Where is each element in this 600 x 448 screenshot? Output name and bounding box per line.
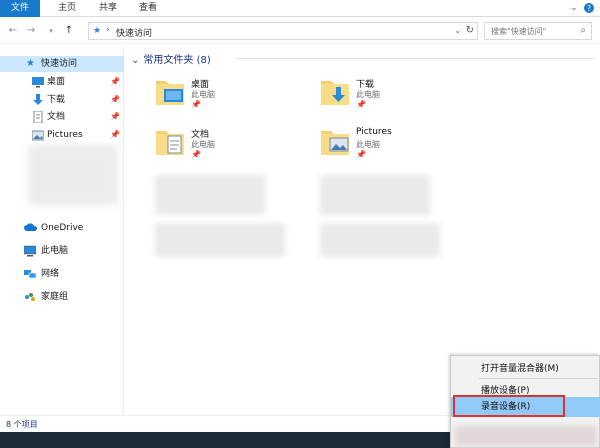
computer-icon bbox=[23, 245, 37, 257]
download-icon bbox=[32, 94, 44, 106]
sidebar-item-label: 桌面 bbox=[47, 77, 66, 87]
svg-text:?: ? bbox=[587, 4, 591, 13]
sidebar-item-downloads[interactable]: 下载 📌 bbox=[0, 92, 124, 108]
chevron-down-icon[interactable]: ⌄ bbox=[568, 2, 580, 14]
pin-icon[interactable]: 📌 bbox=[110, 92, 120, 108]
search-icon[interactable]: ⌕ bbox=[580, 25, 586, 36]
item-count: 8 个项目 bbox=[6, 420, 38, 429]
pin-icon: 📌 bbox=[356, 150, 366, 159]
chevron-down-icon[interactable]: ⌄ bbox=[131, 55, 139, 66]
tab-share[interactable]: 共享 bbox=[89, 0, 127, 17]
redacted-folder-tile bbox=[320, 175, 430, 215]
sidebar-item-label: OneDrive bbox=[41, 223, 84, 233]
folder-documents-icon bbox=[155, 125, 185, 157]
folder-location: 此电脑 bbox=[356, 90, 380, 99]
redacted-folder-tile bbox=[155, 175, 265, 215]
sidebar-item-label: 此电脑 bbox=[41, 246, 69, 256]
group-header[interactable]: ⌄ 常用文件夹 (8) bbox=[131, 51, 211, 66]
star-icon: ★ bbox=[26, 58, 35, 69]
redacted-folder-tile bbox=[320, 223, 440, 257]
folder-name: Pictures bbox=[356, 127, 392, 137]
sidebar-item-onedrive[interactable]: OneDrive bbox=[0, 220, 124, 236]
folder-location: 此电脑 bbox=[191, 90, 215, 99]
refresh-icon[interactable]: ↻ bbox=[466, 25, 474, 36]
redacted-menu-item bbox=[455, 426, 597, 446]
pin-icon[interactable]: 📌 bbox=[110, 74, 120, 90]
folder-tile-downloads[interactable]: 下载 此电脑 📌 bbox=[320, 75, 480, 117]
sidebar-item-label: 家庭组 bbox=[41, 292, 69, 302]
sidebar-item-label: 下载 bbox=[47, 95, 66, 105]
folder-downloads-icon bbox=[320, 75, 350, 107]
sidebar-item-desktop[interactable]: 桌面 📌 bbox=[0, 74, 124, 90]
sidebar-item-label: 网络 bbox=[41, 269, 60, 279]
folder-location: 此电脑 bbox=[356, 140, 380, 149]
volume-context-menu: 打开音量混合器(M) 播放设备(P) 录音设备(R) bbox=[450, 355, 600, 448]
redacted-region bbox=[28, 145, 118, 205]
sidebar-item-quick-access[interactable]: ★ 快速访问 bbox=[0, 56, 124, 72]
help-icon[interactable]: ? bbox=[583, 2, 595, 14]
group-header-label: 常用文件夹 (8) bbox=[143, 55, 211, 66]
recent-locations-icon[interactable]: ▾ bbox=[44, 24, 58, 38]
menu-divider bbox=[479, 378, 597, 379]
redacted-folder-tile bbox=[155, 223, 285, 257]
sidebar-item-documents[interactable]: 文档 📌 bbox=[0, 109, 124, 125]
sidebar-item-label: Pictures bbox=[47, 130, 83, 140]
sidebar-item-pictures[interactable]: Pictures 📌 bbox=[0, 127, 124, 143]
tab-home[interactable]: 主页 bbox=[48, 0, 86, 17]
pictures-icon bbox=[31, 129, 45, 141]
folder-location: 此电脑 bbox=[191, 140, 215, 149]
search-input[interactable]: 搜索"快速访问" bbox=[491, 26, 546, 37]
folder-tile-documents[interactable]: 文档 此电脑 📌 bbox=[155, 125, 315, 167]
desktop-icon bbox=[32, 76, 44, 88]
pin-icon[interactable]: 📌 bbox=[110, 127, 120, 143]
folder-tile-pictures[interactable]: Pictures 此电脑 📌 bbox=[320, 125, 480, 167]
pin-icon: 📌 bbox=[191, 100, 201, 109]
network-icon bbox=[24, 268, 37, 280]
quick-access-star-icon: ★ bbox=[93, 26, 102, 36]
menu-item-open-volume-mixer[interactable]: 打开音量混合器(M) bbox=[451, 359, 600, 379]
document-icon bbox=[32, 110, 44, 124]
tab-view[interactable]: 查看 bbox=[129, 0, 167, 17]
address-dropdown-icon[interactable]: ⌄ bbox=[454, 26, 461, 35]
folder-pictures-icon bbox=[320, 125, 350, 157]
annotation-highlight-box bbox=[453, 395, 565, 417]
forward-arrow-icon[interactable]: → bbox=[24, 24, 38, 38]
sidebar-item-label: 文档 bbox=[47, 112, 66, 122]
navigation-bar: ← → ▾ ↑ ★ › 快速访问 ⌄ ↻ 搜索"快速访问" ⌕ bbox=[0, 18, 600, 44]
sidebar-item-network[interactable]: 网络 bbox=[0, 266, 124, 282]
homegroup-icon bbox=[24, 291, 36, 303]
sidebar-item-label: 快速访问 bbox=[41, 59, 78, 69]
up-arrow-icon[interactable]: ↑ bbox=[62, 24, 76, 38]
sidebar-item-homegroup[interactable]: 家庭组 bbox=[0, 289, 124, 305]
pin-icon[interactable]: 📌 bbox=[110, 109, 120, 125]
address-bar[interactable]: ★ › 快速访问 ⌄ ↻ bbox=[88, 22, 478, 40]
tab-file[interactable]: 文件 bbox=[0, 0, 40, 17]
search-box[interactable]: 搜索"快速访问" ⌕ bbox=[484, 22, 592, 40]
folder-desktop-icon bbox=[155, 75, 185, 107]
sidebar-item-this-pc[interactable]: 此电脑 bbox=[0, 243, 124, 259]
breadcrumb[interactable]: 快速访问 bbox=[116, 26, 152, 39]
breadcrumb-separator-icon[interactable]: › bbox=[106, 25, 110, 35]
pin-icon: 📌 bbox=[191, 150, 201, 159]
cloud-icon bbox=[24, 222, 38, 234]
pin-icon: 📌 bbox=[356, 100, 366, 109]
back-arrow-icon[interactable]: ← bbox=[6, 24, 20, 38]
folder-tile-desktop[interactable]: 桌面 此电脑 📌 bbox=[155, 75, 315, 117]
ribbon-bar: 文件 主页 共享 查看 ⌄ ? bbox=[0, 0, 600, 17]
group-divider bbox=[235, 58, 595, 59]
navigation-pane: ★ 快速访问 桌面 📌 下载 📌 文档 📌 Pictures 📌 OneDriv… bbox=[0, 45, 124, 415]
